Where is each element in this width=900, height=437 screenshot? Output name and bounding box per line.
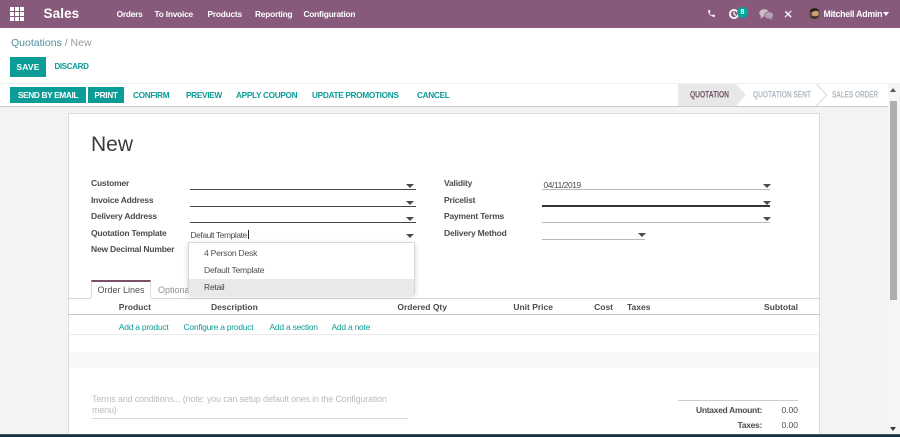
svg-text:QUOTATION: QUOTATION [690,90,729,100]
svg-text:QUOTATION SENT: QUOTATION SENT [753,90,811,100]
svg-text:SALES ORDER: SALES ORDER [832,90,878,100]
